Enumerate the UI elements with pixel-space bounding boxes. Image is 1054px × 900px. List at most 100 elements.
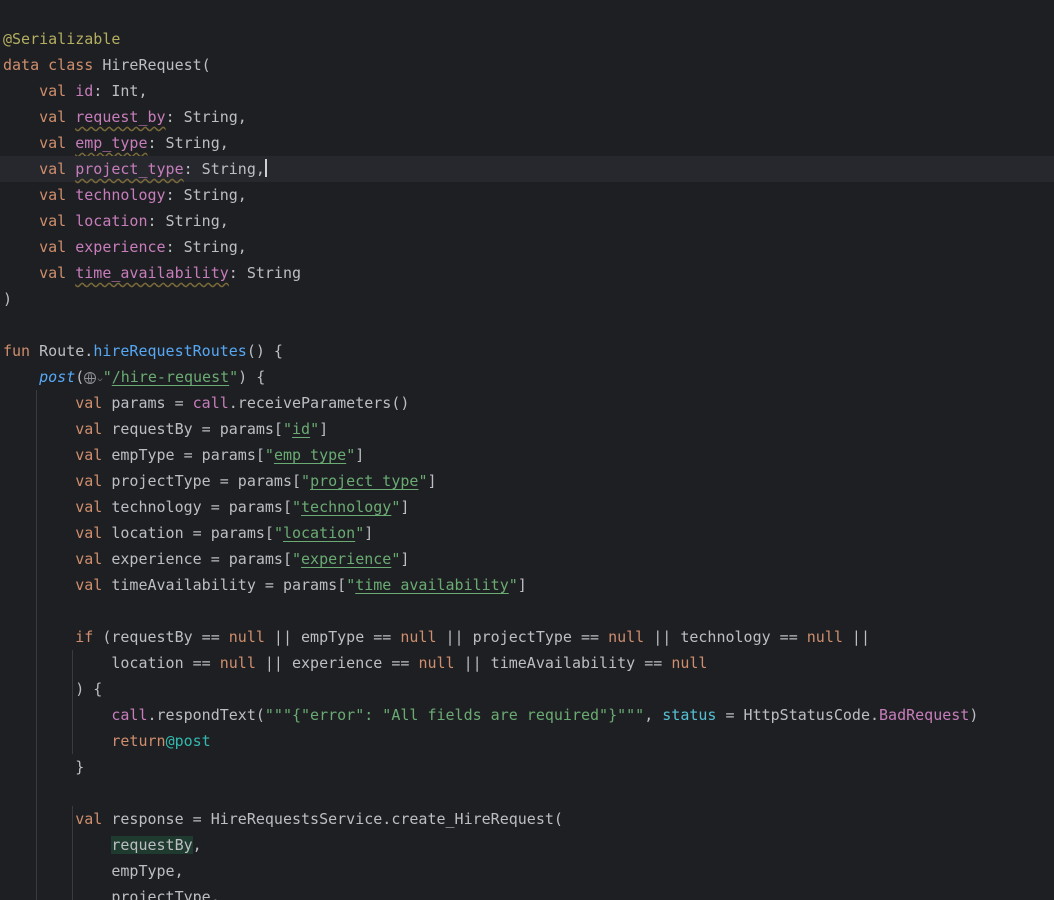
code-token: location [282, 524, 356, 542]
code-editor[interactable]: @Serializable data class HireRequest( val… [0, 0, 1054, 900]
code-token: ] [400, 550, 410, 568]
code-line[interactable] [0, 598, 1054, 624]
code-token: requestBy [111, 836, 193, 854]
code-token: if [3, 628, 103, 646]
code-line[interactable]: val location: String, [0, 208, 1054, 234]
code-token: val [3, 498, 112, 516]
code-token: ] [364, 524, 374, 542]
code-token: timeAvailability = params[ [111, 576, 347, 594]
code-token: || projectType == [436, 628, 609, 646]
code-token: ( [75, 368, 85, 386]
code-token: response = HireRequestsService.create_Hi… [111, 810, 563, 828]
code-line[interactable]: projectType, [0, 884, 1054, 900]
code-line[interactable]: val id: Int, [0, 78, 1054, 104]
code-line[interactable]: val experience: String, [0, 234, 1054, 260]
code-token: return [3, 732, 166, 750]
code-token: @Serializable [3, 30, 121, 48]
code-token: ] [427, 472, 437, 490]
code-token: () { [246, 342, 283, 360]
code-token: ] [517, 576, 527, 594]
code-token: : String, [147, 134, 229, 152]
code-line[interactable] [0, 312, 1054, 338]
code-line[interactable]: empType, [0, 858, 1054, 884]
code-token: : String, [165, 186, 247, 204]
code-token: hireRequestRoutes [93, 342, 247, 360]
code-line[interactable]: val params = call.receiveParameters() [0, 390, 1054, 416]
code-token: " [301, 472, 311, 490]
code-line[interactable]: return@post [0, 728, 1054, 754]
code-token: " [508, 576, 518, 594]
code-text: call.respondText("""{"error": "All field… [3, 702, 978, 728]
code-token: , [192, 836, 202, 854]
code-line[interactable]: val timeAvailability = params["time_avai… [0, 572, 1054, 598]
code-token: @post [165, 732, 211, 750]
code-line[interactable] [0, 780, 1054, 806]
code-token: null [671, 654, 708, 672]
code-token: HireRequest( [102, 56, 211, 74]
code-token: project_type [310, 472, 419, 490]
code-token: post [39, 368, 76, 386]
code-token: /hire-request [111, 368, 230, 386]
code-token: null [219, 654, 256, 672]
code-line[interactable]: val technology = params["technology"] [0, 494, 1054, 520]
code-line[interactable]: requestBy, [0, 832, 1054, 858]
code-token: val [3, 238, 76, 256]
code-line[interactable]: val emp_type: String, [0, 130, 1054, 156]
code-line[interactable]: @Serializable [0, 26, 1054, 52]
code-text: val params = call.receiveParameters() [3, 390, 409, 416]
code-line[interactable]: val time_availability: String [0, 260, 1054, 286]
code-token: ) [3, 290, 13, 308]
code-line[interactable]: if (requestBy == null || empType == null… [0, 624, 1054, 650]
code-text: requestBy, [3, 832, 202, 858]
code-token: val [3, 550, 112, 568]
code-token: location = params[ [111, 524, 274, 542]
code-token: val [3, 160, 76, 178]
code-token: " [264, 446, 274, 464]
code-line[interactable]: location == null || experience == null |… [0, 650, 1054, 676]
code-token: data class [3, 56, 103, 74]
code-line[interactable]: val experience = params["experience"] [0, 546, 1054, 572]
code-token: || experience == [255, 654, 419, 672]
code-text: return@post [3, 728, 211, 754]
code-text: val time_availability: String [3, 260, 301, 286]
code-line[interactable]: call.respondText("""{"error": "All field… [0, 702, 1054, 728]
code-token: project_type [75, 160, 184, 178]
code-token: time_availability [355, 576, 509, 594]
code-token: val [3, 394, 112, 412]
code-line[interactable]: val response = HireRequestsService.creat… [0, 806, 1054, 832]
code-text: val timeAvailability = params["time_avai… [3, 572, 527, 598]
code-line[interactable]: data class HireRequest( [0, 52, 1054, 78]
code-line[interactable]: val empType = params["emp_type"] [0, 442, 1054, 468]
code-token: request_by [75, 108, 166, 126]
code-text: fun Route.hireRequestRoutes() { [3, 338, 283, 364]
code-token: call [111, 706, 148, 724]
code-token: " [273, 524, 283, 542]
code-token: , [644, 706, 663, 724]
globe-icon[interactable] [84, 372, 97, 384]
code-line[interactable]: ) [0, 286, 1054, 312]
code-token: .receiveParameters() [228, 394, 410, 412]
code-line[interactable]: val projectType = params["project_type"] [0, 468, 1054, 494]
code-line[interactable]: val requestBy = params["id"] [0, 416, 1054, 442]
code-line[interactable]: ) { [0, 676, 1054, 702]
code-token: ) [969, 706, 979, 724]
code-token: " [292, 498, 302, 516]
code-line[interactable]: fun Route.hireRequestRoutes() { [0, 338, 1054, 364]
code-token: experience [301, 550, 392, 568]
code-text: val location: String, [3, 208, 229, 234]
code-token: : String, [147, 212, 229, 230]
code-line[interactable]: val technology: String, [0, 182, 1054, 208]
code-text: location == null || experience == null |… [3, 650, 707, 676]
current-code-line[interactable]: val project_type: String, [0, 156, 1054, 182]
code-line[interactable]: val request_by: String, [0, 104, 1054, 130]
code-token: val [3, 186, 76, 204]
code-text: val request_by: String, [3, 104, 247, 130]
code-line[interactable]: post(⌵"/hire-request") { [0, 364, 1054, 390]
code-token: : Int, [93, 82, 148, 100]
code-line[interactable]: } [0, 754, 1054, 780]
code-token: location [75, 212, 148, 230]
code-line[interactable]: val location = params["location"] [0, 520, 1054, 546]
